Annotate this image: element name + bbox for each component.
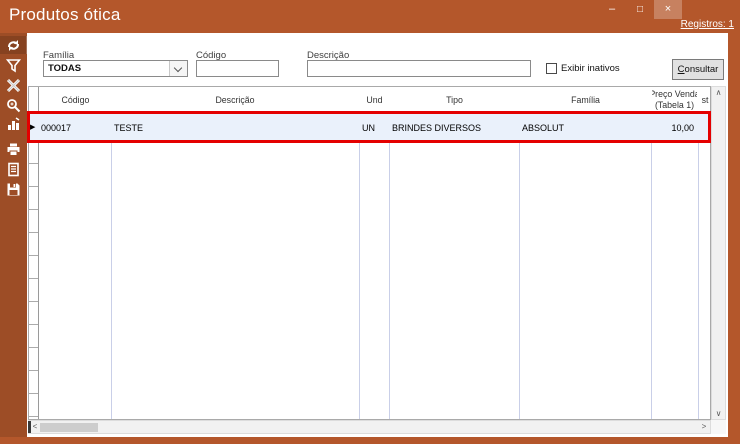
- descricao-input[interactable]: [308, 61, 530, 76]
- header-truncated[interactable]: st: [699, 87, 711, 113]
- chevron-down-icon[interactable]: [169, 61, 187, 76]
- descricao-field-box: [307, 60, 531, 77]
- header-preco-venda[interactable]: Preço Venda(Tabela 1): [652, 87, 697, 113]
- products-grid[interactable]: Código Descrição Und Tipo Família Preço …: [28, 86, 711, 420]
- table-row[interactable]: 000017 TESTE UN BRINDES DIVERSOS ABSOLUT…: [29, 113, 710, 141]
- clear-filter-icon[interactable]: [0, 76, 27, 94]
- exibir-inativos-checkbox[interactable]: [546, 63, 557, 74]
- toolbar-sidebar: [0, 33, 27, 437]
- refresh-icon[interactable]: [0, 36, 27, 54]
- registros-link[interactable]: Registros: 1: [681, 19, 734, 30]
- cell-familia[interactable]: ABSOLUT: [522, 114, 650, 142]
- scroll-down-icon[interactable]: ∨: [712, 409, 725, 418]
- familia-select[interactable]: TODAS: [43, 60, 188, 77]
- header-familia[interactable]: Família: [520, 87, 651, 113]
- codigo-input[interactable]: [197, 61, 278, 76]
- header-tipo[interactable]: Tipo: [390, 87, 519, 113]
- scroll-up-icon[interactable]: ∧: [712, 88, 725, 97]
- chart-icon[interactable]: [0, 114, 27, 132]
- header-und[interactable]: Und: [360, 87, 389, 113]
- title-bar: Produtos ótica – □ × Registros: 1: [0, 0, 740, 33]
- exibir-inativos-label: Exibir inativos: [561, 63, 620, 74]
- header-codigo[interactable]: Código: [40, 87, 111, 113]
- header-descricao[interactable]: Descrição: [112, 87, 358, 113]
- familia-selected-value: TODAS: [44, 63, 169, 74]
- scrollbar-corner: [711, 420, 726, 434]
- cell-preco-venda[interactable]: 10,00: [652, 114, 694, 142]
- cell-und[interactable]: UN: [362, 114, 388, 142]
- minimize-button[interactable]: –: [598, 0, 626, 19]
- horizontal-scrollbar[interactable]: < >: [28, 420, 711, 434]
- report-icon[interactable]: [0, 160, 27, 178]
- current-row-arrow-icon: ▶: [30, 123, 35, 131]
- search-icon[interactable]: [0, 96, 27, 114]
- row-separator-ticks: [29, 141, 38, 419]
- page-title: Produtos ótica: [9, 5, 120, 25]
- consultar-button[interactable]: Consultar: [672, 59, 724, 80]
- save-icon[interactable]: [0, 180, 27, 198]
- scroll-right-icon[interactable]: >: [698, 421, 710, 433]
- close-button[interactable]: ×: [654, 0, 682, 19]
- vertical-scrollbar[interactable]: ∧ ∨: [711, 86, 726, 420]
- cell-descricao[interactable]: TESTE: [114, 114, 357, 142]
- main-panel: Família TODAS Código Descrição Exibir in…: [27, 33, 728, 437]
- grid-header: Código Descrição Und Tipo Família Preço …: [29, 87, 710, 113]
- cell-tipo[interactable]: BRINDES DIVERSOS: [392, 114, 518, 142]
- print-icon[interactable]: [0, 140, 27, 158]
- cell-codigo[interactable]: 000017: [41, 114, 110, 142]
- hscroll-thumb[interactable]: [40, 423, 98, 432]
- maximize-button[interactable]: □: [626, 0, 654, 19]
- grid-corner-mark: [28, 421, 31, 433]
- filter-icon[interactable]: [0, 56, 27, 74]
- app-window: Produtos ótica – □ × Registros: 1: [0, 0, 740, 444]
- codigo-field-box: [196, 60, 279, 77]
